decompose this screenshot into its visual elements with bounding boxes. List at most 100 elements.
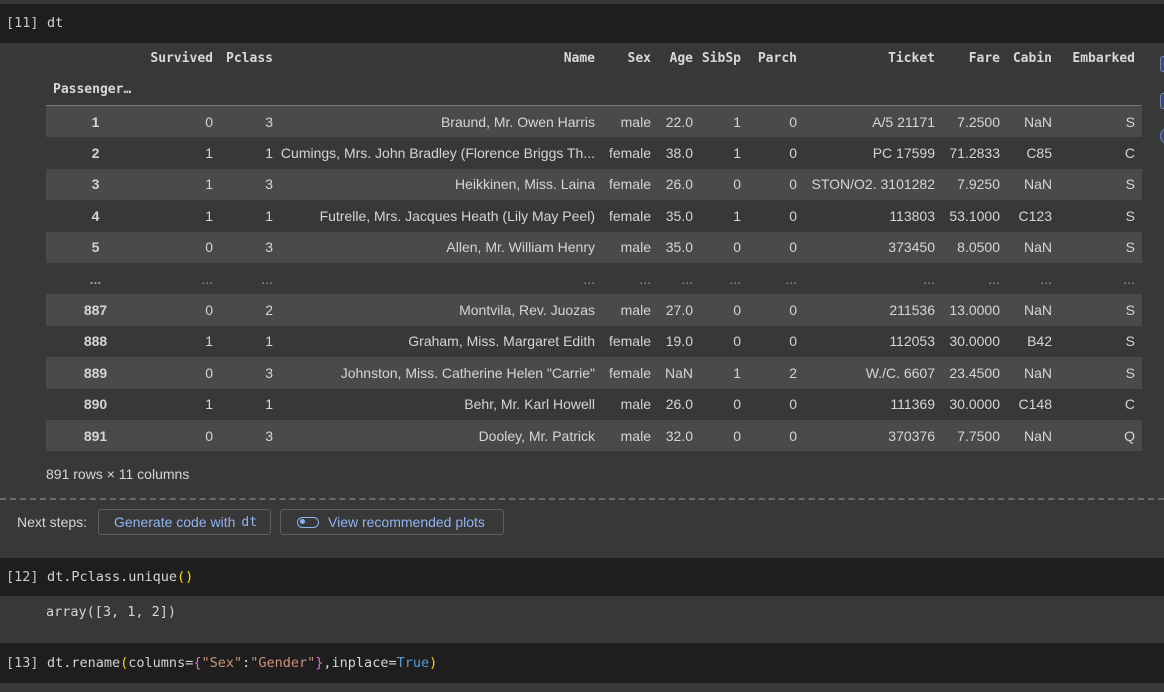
table-cell: 111369 [890, 396, 935, 413]
code-token: ) [429, 655, 438, 671]
table-cell: Cumings, Mrs. John Bradley (Florence Bri… [280, 145, 595, 162]
table-cell: 30.0000 [949, 333, 1000, 350]
table-cell: 0 [205, 302, 213, 319]
table-cell: 373450 [888, 239, 935, 256]
table-cell: Graham, Miss. Margaret Edith [408, 333, 595, 350]
table-cell: ... [1123, 270, 1135, 287]
table-cell: 23.4500 [949, 364, 1000, 381]
table-cell: S [1125, 176, 1135, 193]
table-row: 3 1 3 Heikkinen, Miss. Laina female 26.0 0 0 STO… [46, 168, 1142, 201]
table-cell: 26.0 [665, 176, 693, 193]
next-steps-label: Next steps: [17, 514, 88, 530]
row-index: 2 [91, 145, 100, 162]
code-cell-12[interactable]: [12] dt.Pclass.unique() [0, 558, 1164, 596]
table-cell: 0 [205, 239, 213, 256]
table-cell: Johnston, Miss. Catherine Helen "Carrie" [340, 364, 595, 381]
view-recommended-plots-button[interactable]: View recommended plots [280, 509, 504, 535]
table-cell: 38.0 [665, 145, 693, 162]
table-cell: 1 [205, 145, 213, 162]
table-cell: 22.0 [665, 113, 693, 130]
table-cell: ... [785, 270, 797, 287]
table-cell: Dooley, Mr. Patrick [478, 427, 595, 444]
table-cell: NaN [1023, 239, 1052, 256]
row-index: 891 [83, 427, 108, 444]
table-cell: 30.0000 [949, 396, 1000, 413]
table-cell: male [620, 239, 651, 256]
code-token: ,inplace= [323, 655, 397, 671]
table-cell: 211536 [889, 302, 935, 319]
code-token: dt.Pclass.unique [47, 569, 178, 585]
table-cell: ... [681, 270, 693, 287]
table-cell: male [620, 396, 651, 413]
table-cell: ... [261, 270, 273, 287]
table-cell: S [1125, 302, 1135, 319]
row-index: 1 [91, 113, 100, 130]
table-cell: Braund, Mr. Owen Harris [440, 113, 595, 130]
table-cell: Futrelle, Mrs. Jacques Heath (Lily May P… [319, 207, 595, 224]
code-token: dt.rename [47, 655, 121, 671]
table-row: 5 0 3 Allen, Mr. William Henry male 35.0 0 0 373… [46, 231, 1142, 263]
table-cell: 1 [265, 207, 273, 224]
table-cell: male [620, 113, 651, 130]
table-cell: ... [988, 270, 1000, 287]
code-token: "Gender" [250, 655, 316, 671]
table-cell: 3 [265, 113, 273, 130]
table-cell: 1 [733, 145, 741, 162]
column-header: SibSp [701, 51, 741, 66]
cell-code[interactable]: dt.rename(columns={"Sex":"Gender"},inpla… [47, 655, 437, 671]
table-cell: 0 [789, 176, 797, 193]
table-cell: 1 [733, 113, 741, 130]
table-cell: 1 [733, 364, 741, 381]
row-index: 889 [83, 364, 108, 381]
table-cell: 0 [789, 427, 797, 444]
table-cell: 370376 [888, 427, 935, 444]
table-cell: NaN [1023, 302, 1052, 319]
table-cell: 7.7500 [957, 427, 1000, 444]
table-row: .................................... [46, 262, 1142, 295]
table-row: 2 1 1 Cumings, Mrs. John Bradley (Florence … [46, 137, 1142, 169]
table-cell: NaN [1023, 427, 1052, 444]
cell-prompt: [12] [6, 569, 39, 585]
view-plots-label: View recommended plots [328, 514, 485, 530]
table-cell: S [1125, 239, 1135, 256]
table-cell: 0 [733, 239, 741, 256]
table-cell: female [608, 364, 651, 381]
table-row: 890 1 1 Behr, Mr. Karl Howell male 26.0 0 0 1113… [46, 388, 1142, 420]
table-cell: 7.9250 [957, 176, 1000, 193]
table-cell: 53.1000 [949, 207, 1000, 224]
output-divider [0, 498, 1164, 500]
table-cell: 0 [789, 333, 797, 350]
code-cell-11[interactable]: [11] dt [0, 4, 1164, 43]
table-cell: Q [1124, 427, 1135, 444]
table-cell: A/5 21171 [872, 113, 935, 130]
row-index: 5 [91, 239, 100, 256]
table-cell: 113803 [889, 207, 935, 224]
table-cell: 0 [205, 364, 213, 381]
code-cell-13[interactable]: [13] dt.rename(columns={"Sex":"Gender"},… [0, 643, 1164, 683]
table-cell: 1 [265, 145, 273, 162]
table-icon[interactable] [1160, 56, 1164, 72]
table-row: 1 0 3 Braund, Mr. Owen Harris male 22.0 1 0 A/5 … [46, 105, 1142, 138]
table-cell: 0 [733, 427, 741, 444]
cell-prompt: [11] [6, 15, 39, 31]
cell-prompt: [13] [6, 655, 39, 671]
cell-code[interactable]: dt [47, 15, 63, 31]
generate-code-button[interactable]: Generate code with dt [98, 509, 271, 535]
table-cell: 0 [789, 145, 797, 162]
table-cell: 8.0500 [957, 239, 1000, 256]
row-index: 3 [91, 176, 100, 193]
table-cell: 1 [265, 396, 273, 413]
magic-icon[interactable] [1160, 128, 1164, 144]
column-header: Age [669, 51, 693, 66]
chart-icon[interactable] [1160, 93, 1164, 109]
table-cell: male [620, 427, 651, 444]
table-cell: 1 [733, 207, 741, 224]
cell-code[interactable]: dt.Pclass.unique() [47, 569, 193, 585]
table-cell: 0 [205, 427, 213, 444]
table-cell: female [608, 176, 651, 193]
table-cell: Allen, Mr. William Henry [446, 239, 595, 256]
table-cell: PC 17599 [872, 145, 935, 162]
table-cell: Montvila, Rev. Juozas [459, 302, 595, 319]
row-index: 890 [83, 396, 108, 413]
column-header: Cabin [1012, 51, 1052, 66]
